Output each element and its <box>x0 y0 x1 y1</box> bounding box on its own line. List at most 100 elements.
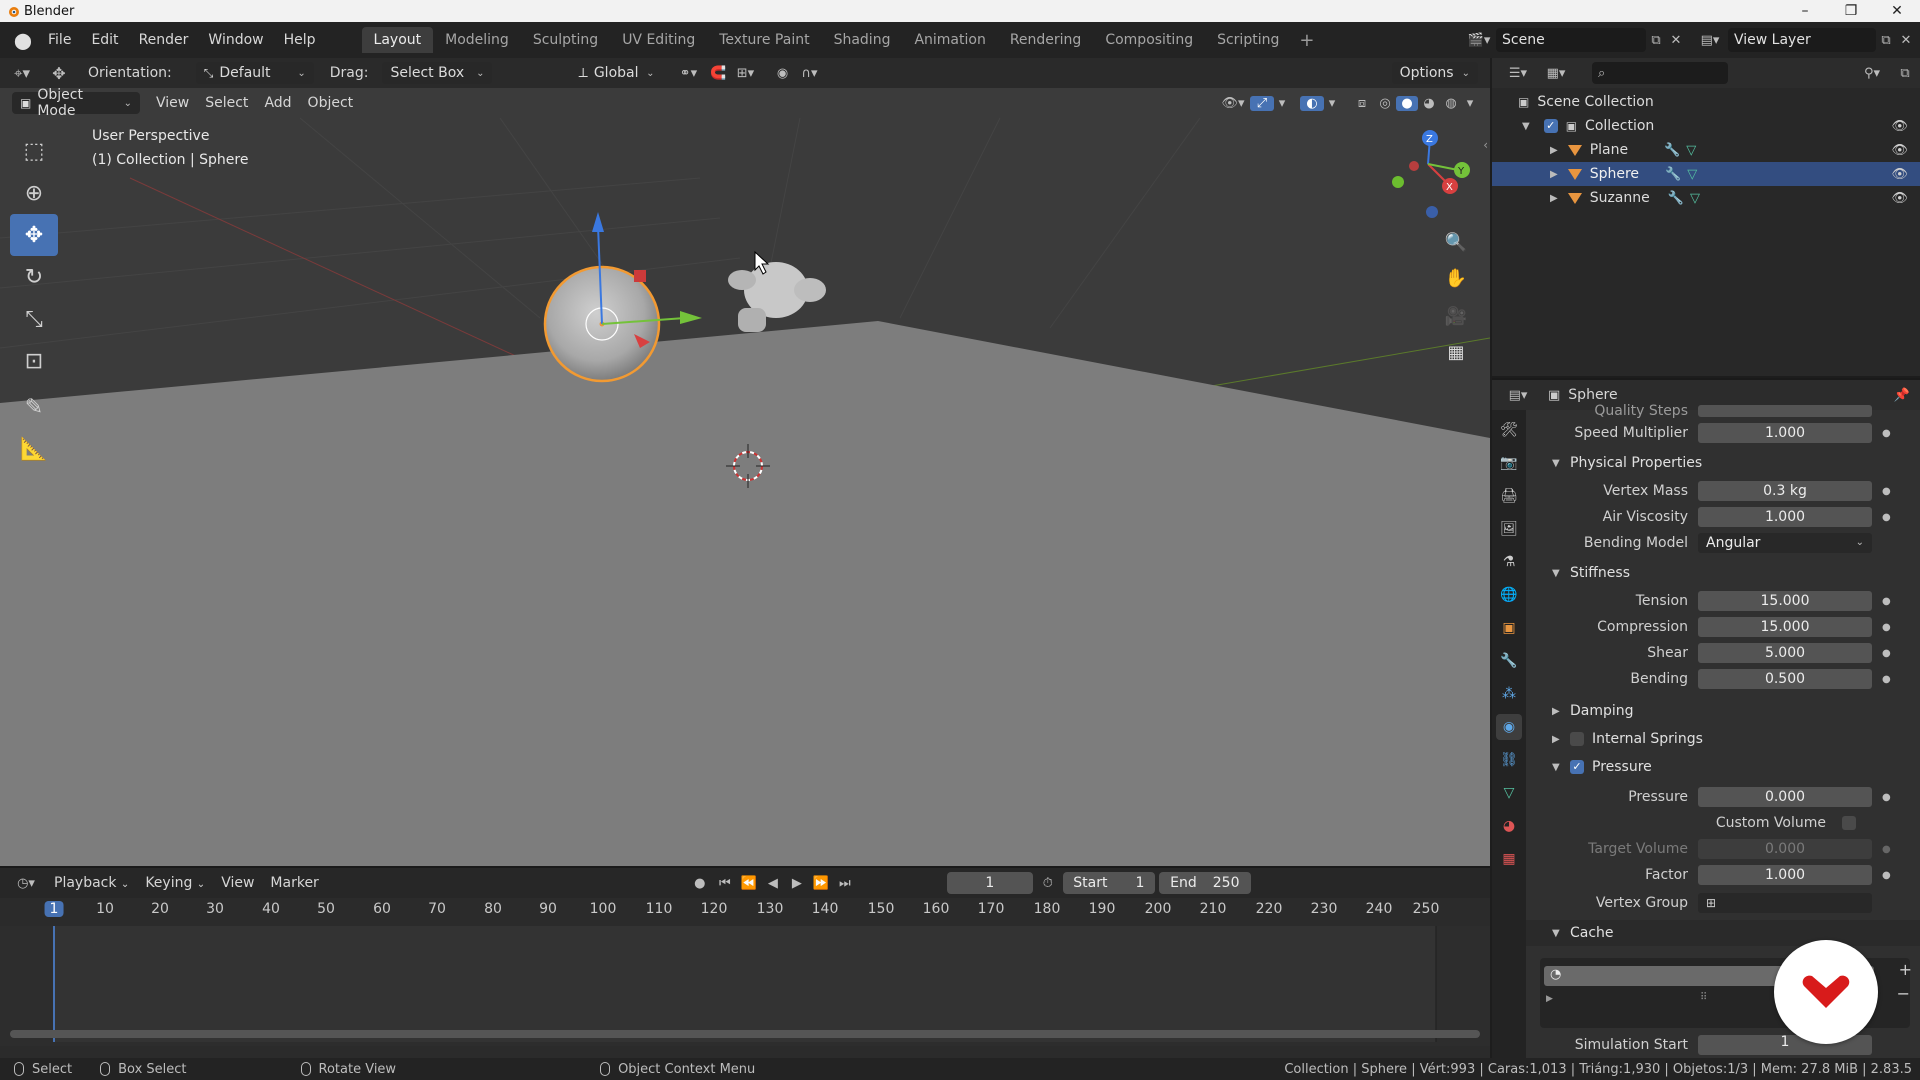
view-layer-icon[interactable]: ▤▾ <box>1692 33 1728 48</box>
rendered-shading-icon[interactable]: ◍ <box>1440 96 1462 111</box>
new-view-layer-icon[interactable]: ⧉ <box>1876 33 1896 48</box>
options-dropdown[interactable]: Options ⌄ <box>1391 62 1478 84</box>
ruler-current-frame[interactable]: 1 <box>44 901 64 917</box>
internal-springs-checkbox[interactable] <box>1570 732 1584 746</box>
menu-window[interactable]: Window <box>198 27 273 53</box>
tab-sculpting[interactable]: Sculpting <box>521 27 610 53</box>
animate-dot-icon[interactable]: ● <box>1882 870 1891 881</box>
constraints-tab-icon[interactable]: ⛓ <box>1496 747 1522 773</box>
tab-modeling[interactable]: Modeling <box>433 27 521 53</box>
screen-recorder-badge[interactable] <box>1774 940 1878 1044</box>
jump-start-icon[interactable]: ⏮ <box>713 876 737 891</box>
viewport-menu-select[interactable]: Select <box>197 95 256 111</box>
timeline-menu-view[interactable]: View <box>213 875 262 891</box>
modifier-tab-icon[interactable]: 🔧 <box>1496 648 1522 674</box>
vertex-mass-field[interactable]: 0.3 kg <box>1698 481 1872 501</box>
delete-scene-icon[interactable]: ✕ <box>1666 33 1686 48</box>
eye-icon[interactable]: 👁 <box>1891 167 1908 182</box>
texture-tab-icon[interactable]: ▦ <box>1496 846 1522 872</box>
jump-next-keyframe-icon[interactable]: ⏩ <box>809 876 833 891</box>
tab-scripting[interactable]: Scripting <box>1205 27 1291 53</box>
eye-icon[interactable]: 👁 <box>1891 191 1908 206</box>
animate-dot-icon[interactable]: ● <box>1882 596 1891 607</box>
proportional-edit-icon[interactable]: ◉ <box>770 66 794 81</box>
camera-view-icon[interactable]: 🎥 <box>1440 300 1472 332</box>
internal-springs-panel-header[interactable]: ▶ Internal Springs <box>1526 726 1920 752</box>
overlay-menu-icon[interactable]: ▾ <box>1324 96 1340 111</box>
jump-end-icon[interactable]: ⏭ <box>833 876 857 891</box>
transform-orientation-dropdown[interactable]: ⟂ Global ⌄ <box>570 62 662 84</box>
scene-field[interactable]: Scene <box>1496 28 1646 52</box>
tab-shading[interactable]: Shading <box>822 27 903 53</box>
particles-tab-icon[interactable]: ⁂ <box>1496 681 1522 707</box>
drag-dropdown[interactable]: Select Box ⌄ <box>382 62 493 84</box>
bending-model-dropdown[interactable]: Angular ⌄ <box>1698 533 1872 553</box>
perspective-toggle-icon[interactable]: ▦ <box>1440 336 1472 368</box>
solid-shading-icon[interactable]: ● <box>1396 95 1418 111</box>
falloff-icon[interactable]: ∩▾ <box>794 66 824 81</box>
scene-tab-icon[interactable]: ⚗ <box>1496 549 1522 575</box>
shear-field[interactable]: 5.000 <box>1698 643 1872 663</box>
timeline-menu-keying[interactable]: Keying ⌄ <box>137 875 213 891</box>
prop-value[interactable] <box>1698 405 1872 417</box>
material-tab-icon[interactable]: ◕ <box>1496 813 1522 839</box>
gizmo-menu-icon[interactable]: ▾ <box>1274 96 1290 111</box>
timeline-menu-playback[interactable]: Playback ⌄ <box>46 875 137 891</box>
viewport-menu-object[interactable]: Object <box>300 95 362 111</box>
animate-dot-icon[interactable]: ● <box>1882 622 1891 633</box>
wireframe-shading-icon[interactable]: ◎ <box>1374 96 1396 111</box>
view-layer-tab-icon[interactable]: 🖼 <box>1496 516 1522 542</box>
transform-tool-icon[interactable]: ⊡ <box>10 340 58 382</box>
scale-tool-icon[interactable]: ⤡ <box>10 298 58 340</box>
view-layer-field[interactable]: View Layer <box>1728 28 1876 52</box>
data-tab-icon[interactable]: ▽ <box>1496 780 1522 806</box>
move-tool-icon[interactable]: ✥ <box>10 214 58 256</box>
compression-field[interactable]: 15.000 <box>1698 617 1872 637</box>
editor-type-icon[interactable]: ⌖▾ <box>0 64 44 82</box>
visibility-icon[interactable]: 👁▾ <box>1216 96 1250 111</box>
blender-menu-icon[interactable]: ⬤ <box>8 31 38 50</box>
output-tab-icon[interactable]: 🖨 <box>1496 483 1522 509</box>
delete-view-layer-icon[interactable]: ✕ <box>1896 33 1916 48</box>
air-viscosity-field[interactable]: 1.000 <box>1698 507 1872 527</box>
annotate-tool-icon[interactable]: ✎ <box>10 386 58 428</box>
factor-field[interactable]: 1.000 <box>1698 865 1872 885</box>
physics-tab-icon[interactable]: ◉ <box>1496 714 1522 740</box>
jump-prev-keyframe-icon[interactable]: ⏪ <box>737 876 761 891</box>
render-tab-icon[interactable]: 📷 <box>1496 450 1522 476</box>
tool-tab-icon[interactable]: 🛠 <box>1496 417 1522 443</box>
animate-dot-icon[interactable]: ● <box>1882 486 1891 497</box>
expand-triangle-icon[interactable]: ▶ <box>1550 169 1558 180</box>
outliner-search-input[interactable]: ⌕ <box>1592 62 1728 84</box>
outliner-scene-collection[interactable]: ▣ Scene Collection <box>1492 90 1920 114</box>
tab-layout[interactable]: Layout <box>361 27 434 53</box>
resize-handle-icon[interactable]: ⠿ <box>1700 992 1707 1003</box>
outliner-object-plane[interactable]: ▶ Plane 🔧 ▽ 👁 <box>1492 138 1920 162</box>
pan-hand-icon[interactable]: ✋ <box>1440 262 1472 294</box>
play-icon[interactable]: ▶ <box>785 876 809 891</box>
eye-icon[interactable]: 👁 <box>1891 143 1908 158</box>
wrench-icon[interactable]: 🔧 <box>1668 191 1684 206</box>
collection-checkbox[interactable]: ✓ <box>1543 119 1558 133</box>
timeline-track-area[interactable] <box>0 926 1490 1046</box>
new-scene-icon[interactable]: ⧉ <box>1646 33 1666 48</box>
start-frame-field[interactable]: Start 1 <box>1062 872 1155 894</box>
object-tab-icon[interactable]: ▣ <box>1496 615 1522 641</box>
viewport-menu-view[interactable]: View <box>148 95 197 111</box>
animate-dot-icon[interactable]: ● <box>1882 674 1891 685</box>
xray-icon[interactable]: ⧈ <box>1350 96 1374 111</box>
timeline-editor-type-icon[interactable]: ◷▾ <box>6 876 46 891</box>
expand-triangle-icon[interactable]: ▶ <box>1550 145 1558 156</box>
snap-target-icon[interactable]: ⊞▾ <box>730 66 760 81</box>
overlay-toggle-icon[interactable]: ◐ <box>1300 95 1324 111</box>
viewport-menu-add[interactable]: Add <box>256 95 299 111</box>
close-window-button[interactable]: ✕ <box>1874 3 1920 19</box>
menu-render[interactable]: Render <box>129 27 199 53</box>
shading-menu-icon[interactable]: ▾ <box>1462 96 1478 111</box>
minimize-button[interactable]: – <box>1782 3 1828 19</box>
menu-edit[interactable]: Edit <box>81 27 128 53</box>
cache-panel-header[interactable]: ▼ Cache <box>1526 920 1920 946</box>
display-mode-icon[interactable]: ▦▾ <box>1538 66 1574 81</box>
sidebar-toggle-icon[interactable]: ‹ <box>1483 138 1488 152</box>
record-icon[interactable]: ● <box>687 876 713 891</box>
